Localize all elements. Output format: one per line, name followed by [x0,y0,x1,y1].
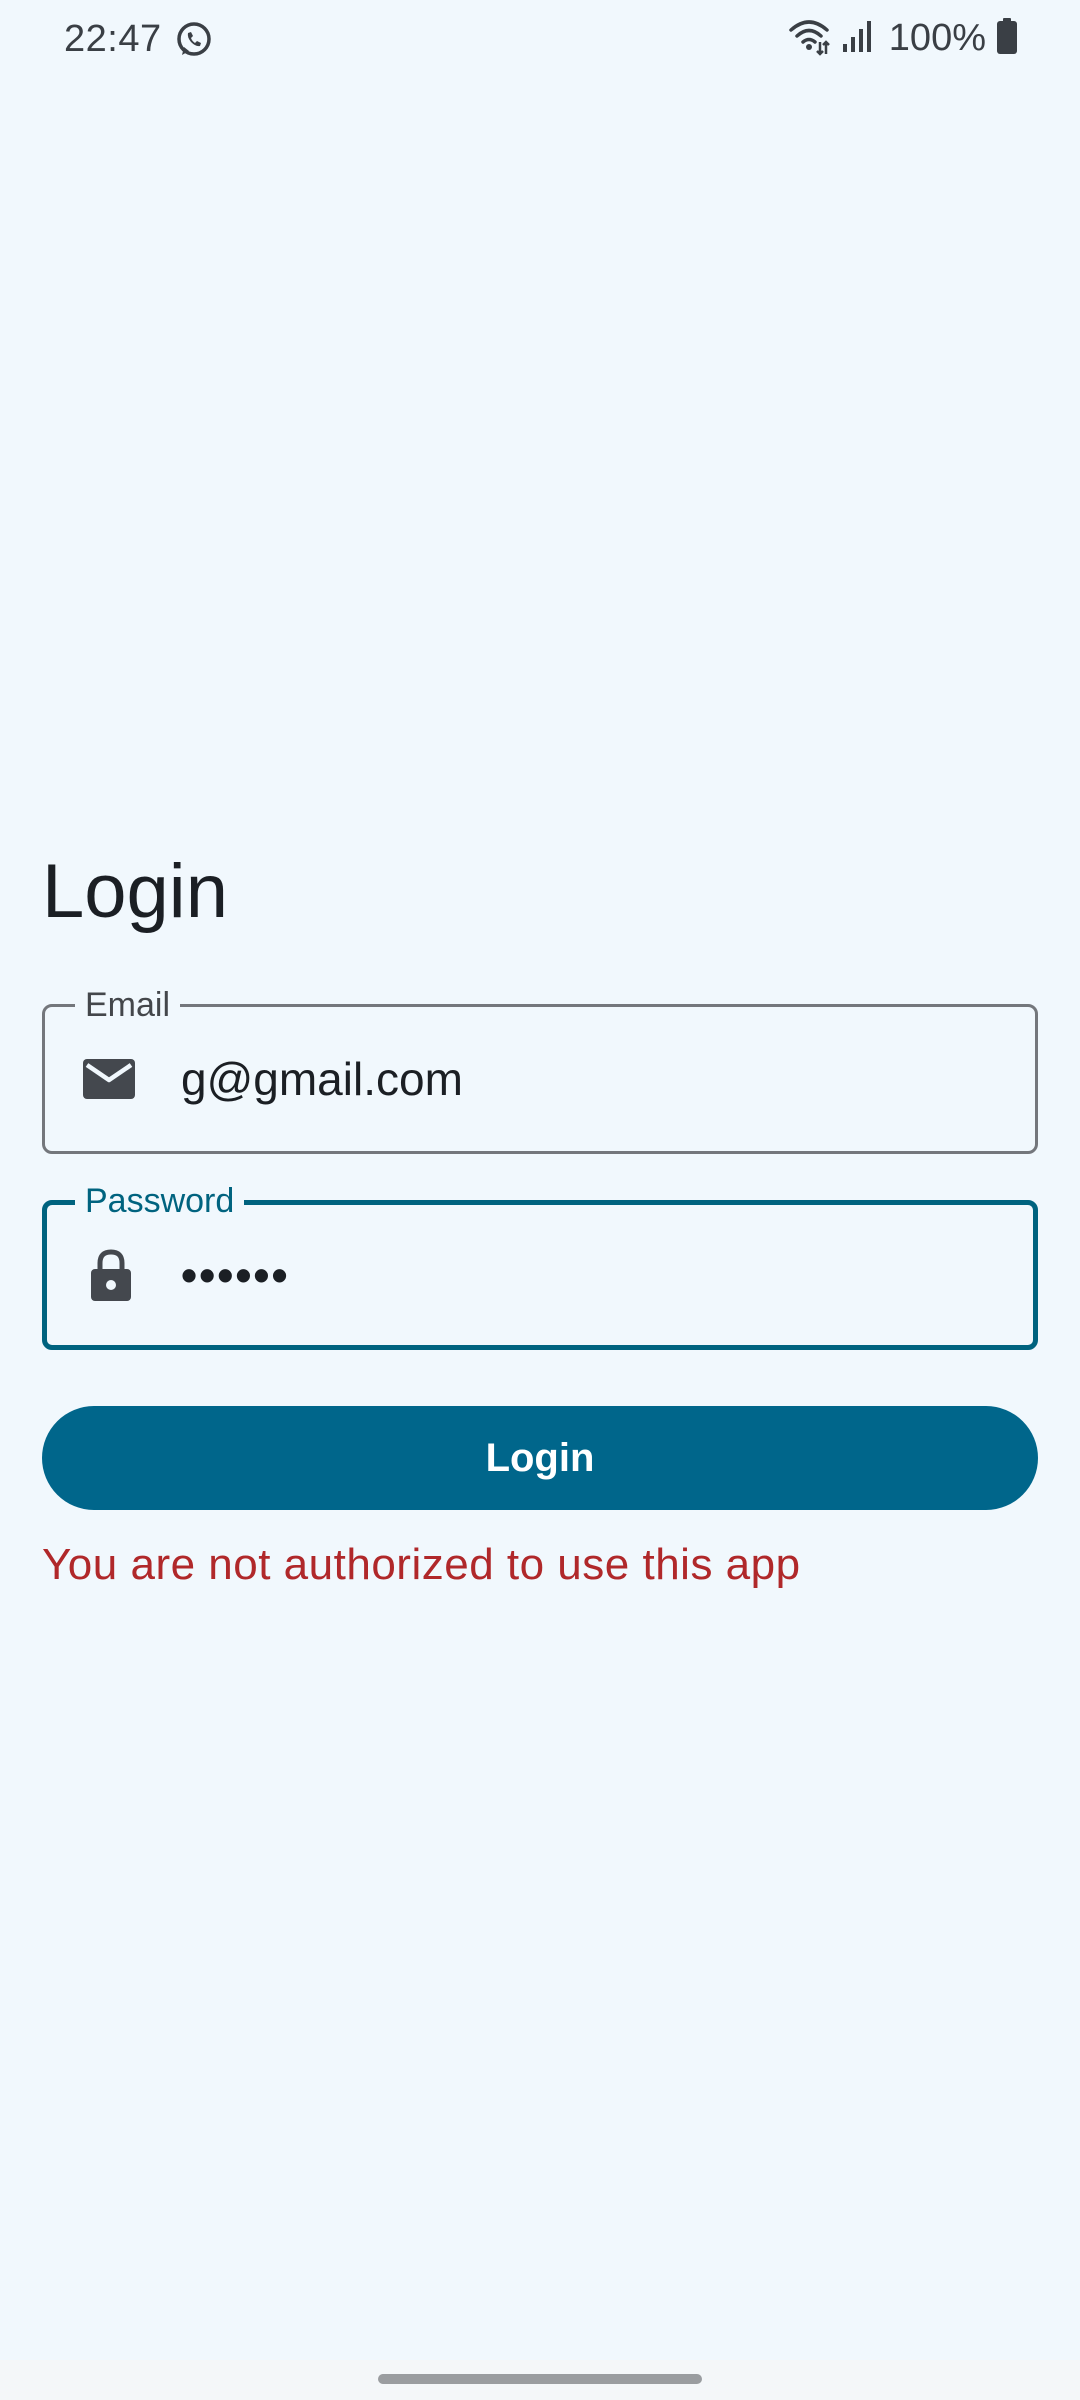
password-input[interactable]: •••••• [181,1248,981,1302]
whatsapp-icon [174,20,214,60]
error-message: You are not authorized to use this app [42,1540,801,1589]
page-title: Login [42,849,228,934]
status-bar: 22:47 100% [0,0,1080,80]
login-button[interactable]: Login [42,1406,1038,1510]
lock-icon [83,1247,139,1303]
email-field[interactable]: Email [42,985,1038,1154]
battery-percentage: 100% [888,16,986,59]
wifi-icon [787,16,831,61]
email-input[interactable] [181,1052,981,1106]
status-time: 22:47 [64,18,162,60]
password-field[interactable]: Password •••••• [42,1181,1038,1350]
password-field-label: Password [75,1181,245,1221]
battery-icon [996,17,1018,60]
email-field-label: Email [75,985,181,1025]
mail-icon [81,1051,137,1107]
cell-signal-icon [841,18,873,59]
gesture-handle[interactable] [378,2374,702,2384]
status-indicators: 100% [787,16,1018,60]
